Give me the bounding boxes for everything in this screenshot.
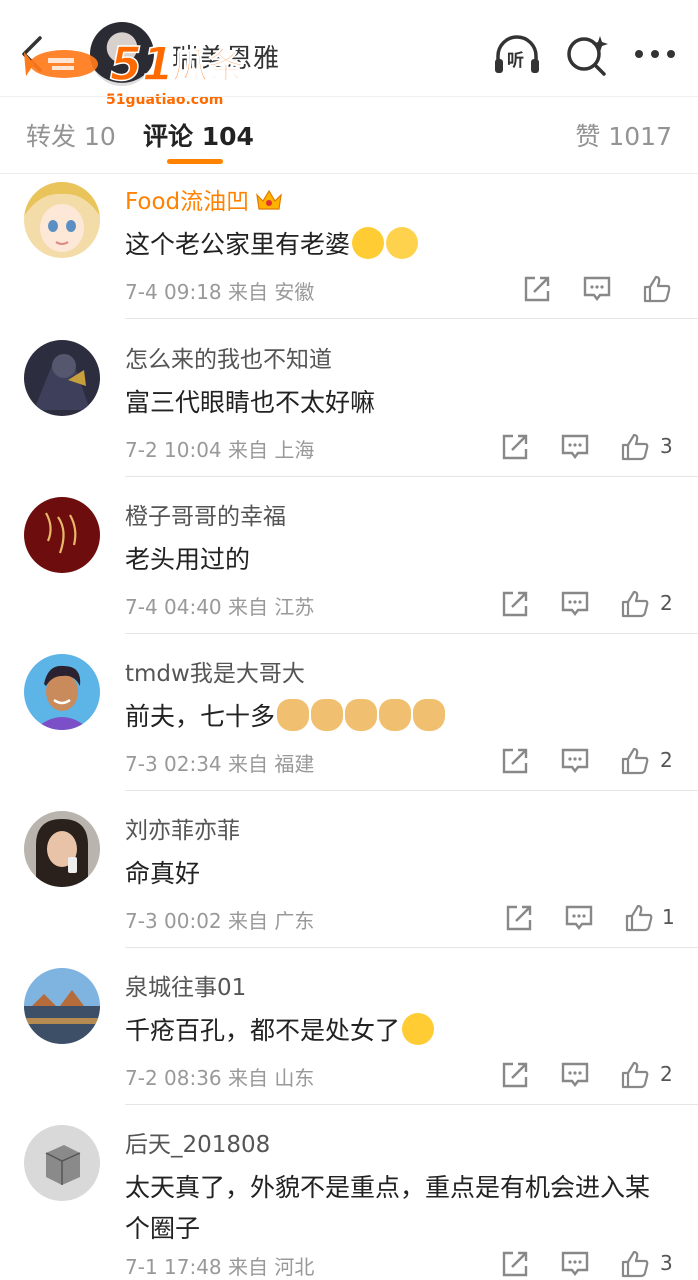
reply-icon[interactable] [564, 903, 594, 933]
share-icon[interactable] [500, 1249, 530, 1279]
divider [125, 947, 698, 948]
comment-text: 老头用过的 [125, 545, 251, 574]
comment-meta: 7-4 09:18 来自 安徽 [125, 280, 315, 304]
search-icon[interactable] [562, 32, 612, 78]
comment-text: 太天真了，外貌不是重点，重点是有机会进入某个圈子 [125, 1173, 651, 1243]
like-icon[interactable] [620, 432, 650, 462]
top-bar: 瑞美恩雅 51 瓜条 51guatiao.com 听 [0, 0, 698, 108]
divider [125, 790, 698, 791]
doge-emoji-icon [277, 699, 310, 731]
like-count: 2 [660, 591, 673, 615]
like-icon[interactable] [642, 274, 672, 304]
comment-text: 前夫，七十多 [125, 696, 665, 737]
comment-text: 千疮百孔，都不是处女了 [125, 1010, 665, 1051]
share-icon[interactable] [522, 274, 552, 304]
comment-item: 后天_201808 太天真了，外貌不是重点，重点是有机会进入某个圈子 7-1 1… [0, 1115, 698, 1280]
doge-emoji-icon [345, 699, 378, 731]
like-count: 2 [660, 748, 673, 772]
user-avatar[interactable] [24, 968, 100, 1044]
laugh-cry-emoji-icon [402, 1013, 435, 1045]
like-count: 3 [660, 434, 673, 458]
user-avatar[interactable] [24, 497, 100, 573]
like-icon[interactable] [620, 589, 650, 619]
comment-meta: 7-4 04:40 来自 江苏 [125, 595, 315, 619]
divider [125, 318, 698, 319]
username[interactable]: Food流油凹 [125, 182, 283, 216]
doge-emoji-icon [413, 699, 446, 731]
share-icon[interactable] [500, 746, 530, 776]
svg-text:听: 听 [507, 50, 524, 71]
share-icon[interactable] [504, 903, 534, 933]
username[interactable]: 泉城往事01 [125, 968, 246, 1002]
active-tab-indicator [167, 159, 223, 164]
like-icon[interactable] [620, 1060, 650, 1090]
comment-item: 怎么来的我也不知道 富三代眼睛也不太好嘛 7-2 10:04 来自 上海 3 [0, 330, 698, 478]
listen-icon[interactable]: 听 [492, 32, 542, 78]
user-avatar[interactable] [24, 1125, 100, 1201]
thinking-emoji-icon [386, 227, 419, 259]
share-icon[interactable] [500, 1060, 530, 1090]
share-icon[interactable] [500, 432, 530, 462]
like-count: 2 [660, 1062, 673, 1086]
comment-item: 泉城往事01 千疮百孔，都不是处女了 7-2 08:36 来自 山东 2 [0, 958, 698, 1106]
like-count: 1 [662, 905, 675, 929]
post-tabs: 转发 10 评论 104 赞 1017 [0, 96, 698, 174]
comment-text: 命真好 [125, 859, 201, 888]
more-icon[interactable] [630, 32, 680, 78]
divider [125, 476, 698, 477]
username[interactable]: 刘亦菲亦菲 [125, 811, 240, 845]
tab-like[interactable]: 赞 1017 [575, 117, 672, 153]
svg-text:51: 51 [110, 37, 174, 91]
laugh-cry-emoji-icon [352, 227, 385, 259]
comment-meta: 7-3 02:34 来自 福建 [125, 752, 315, 776]
reply-icon[interactable] [560, 1249, 590, 1279]
user-avatar[interactable] [24, 654, 100, 730]
username[interactable]: 橙子哥哥的幸福 [125, 497, 286, 531]
comment-item: tmdw我是大哥大 前夫，七十多 7-3 02:34 来自 福建 2 [0, 644, 698, 792]
comment-item: 橙子哥哥的幸福 老头用过的 7-4 04:40 来自 江苏 2 [0, 487, 698, 635]
comment-text: 这个老公家里有老婆 [125, 224, 665, 265]
like-icon[interactable] [624, 903, 654, 933]
username[interactable]: 怎么来的我也不知道 [125, 340, 332, 374]
doge-emoji-icon [311, 699, 344, 731]
like-icon[interactable] [620, 746, 650, 776]
user-avatar[interactable] [24, 811, 100, 887]
comment-meta: 7-1 17:48 来自 河北 [125, 1255, 315, 1279]
reply-icon[interactable] [560, 589, 590, 619]
comment-text: 富三代眼睛也不太好嘛 [125, 388, 376, 417]
doge-emoji-icon [379, 699, 412, 731]
reply-icon[interactable] [560, 432, 590, 462]
svg-text:瓜条: 瓜条 [172, 46, 244, 87]
vip-crown-icon [256, 189, 283, 210]
like-count: 3 [660, 1251, 673, 1275]
tab-repost[interactable]: 转发 10 [26, 117, 116, 153]
user-avatar[interactable] [24, 182, 100, 258]
comment-item: Food流油凹 这个老公家里有老婆 7-4 09:18 来自 安徽 [0, 172, 698, 320]
divider [125, 633, 698, 634]
share-icon[interactable] [500, 589, 530, 619]
like-icon[interactable] [620, 1249, 650, 1279]
username[interactable]: tmdw我是大哥大 [125, 654, 305, 688]
comment-meta: 7-3 00:02 来自 广东 [125, 909, 315, 933]
comment-item: 刘亦菲亦菲 命真好 7-3 00:02 来自 广东 1 [0, 801, 698, 949]
reply-icon[interactable] [560, 1060, 590, 1090]
reply-icon[interactable] [582, 274, 612, 304]
user-avatar[interactable] [24, 340, 100, 416]
reply-icon[interactable] [560, 746, 590, 776]
comment-meta: 7-2 10:04 来自 上海 [125, 438, 315, 462]
divider [125, 1104, 698, 1105]
username[interactable]: 后天_201808 [125, 1125, 270, 1159]
tab-comment[interactable]: 评论 104 [143, 117, 254, 153]
comment-meta: 7-2 08:36 来自 山东 [125, 1066, 315, 1090]
